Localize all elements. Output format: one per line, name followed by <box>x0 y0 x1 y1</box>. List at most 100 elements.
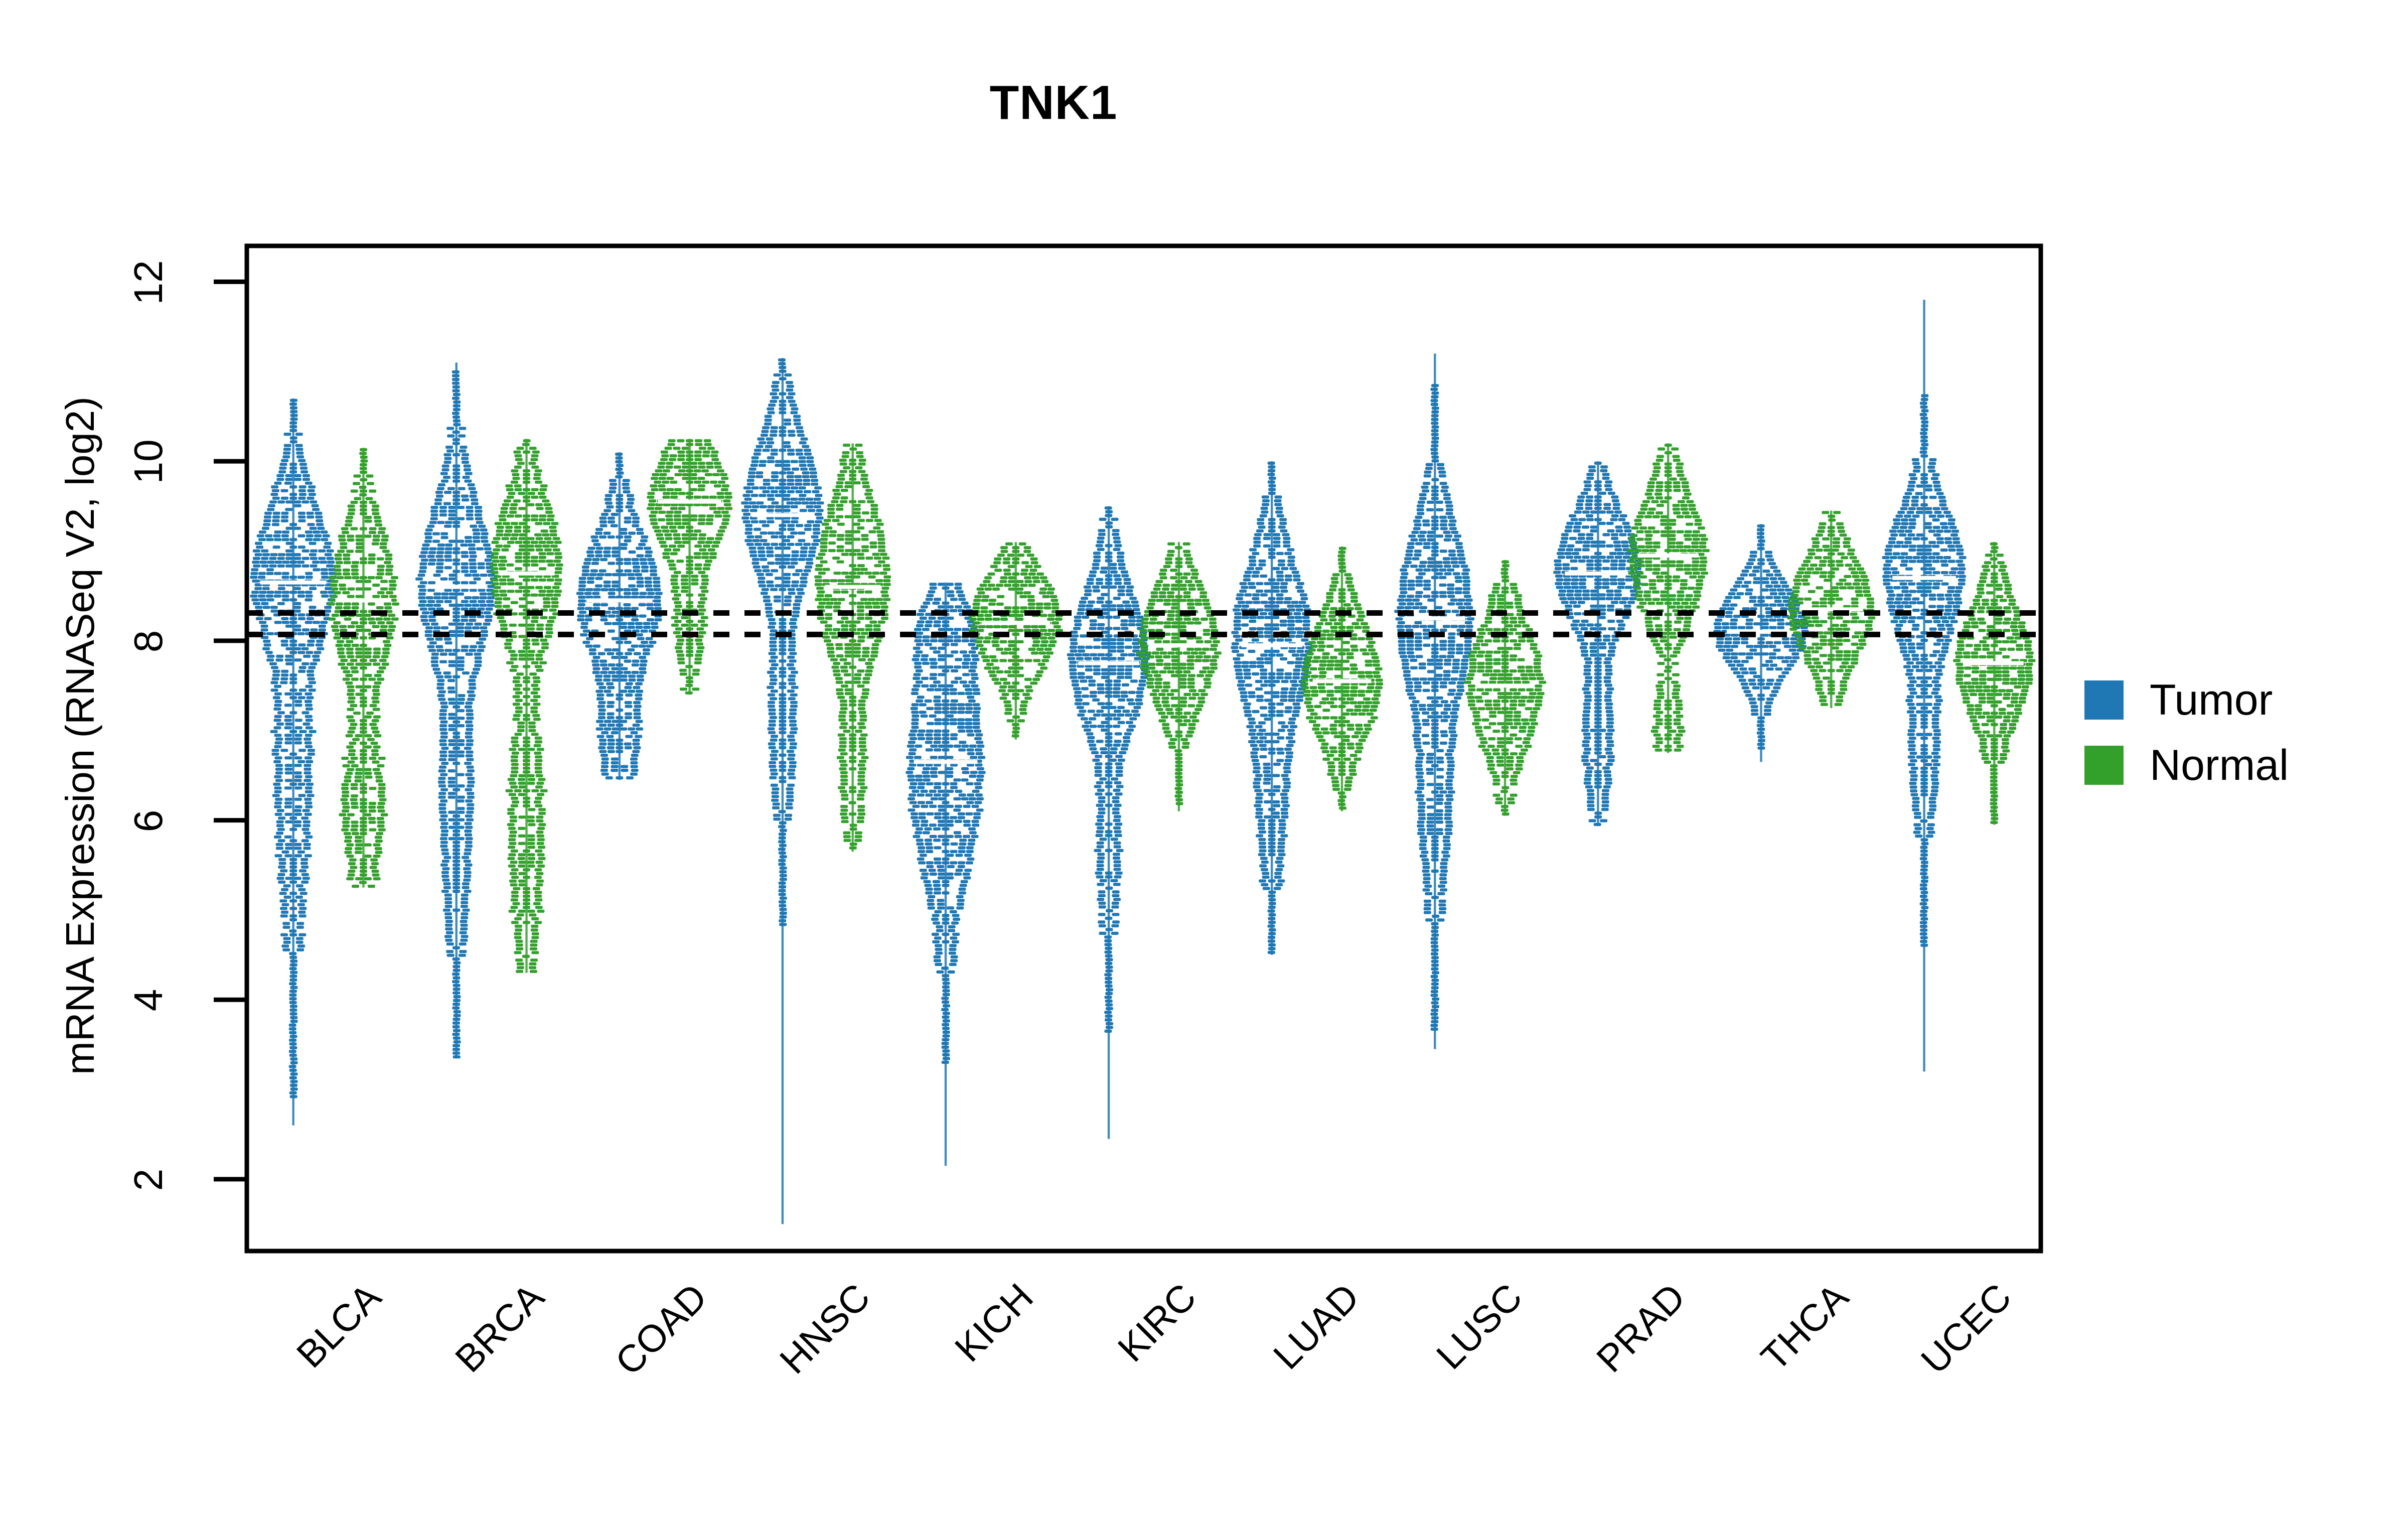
data-point <box>270 606 278 609</box>
data-point <box>1765 550 1772 554</box>
data-point <box>1906 488 1914 492</box>
data-point <box>1563 578 1571 582</box>
data-point <box>1262 872 1270 875</box>
data-point <box>611 769 619 772</box>
data-point <box>457 506 465 509</box>
data-point <box>1558 548 1566 551</box>
data-point <box>1569 536 1577 540</box>
data-point <box>607 701 615 705</box>
data-point <box>804 524 812 527</box>
data-point <box>276 809 284 812</box>
data-point <box>938 808 946 812</box>
data-point <box>447 698 456 701</box>
data-point <box>466 509 474 513</box>
data-point <box>1245 683 1253 687</box>
data-point <box>1586 533 1594 536</box>
data-point <box>1277 559 1285 563</box>
data-point <box>952 914 960 917</box>
data-point <box>772 396 779 399</box>
data-point <box>922 661 930 665</box>
data-point <box>1443 538 1451 541</box>
data-point <box>1444 828 1452 832</box>
data-point <box>460 920 468 923</box>
data-point <box>1109 713 1117 717</box>
data-point <box>458 434 466 438</box>
data-point <box>440 735 448 739</box>
data-point <box>951 650 959 654</box>
data-point <box>303 820 311 823</box>
data-point <box>1557 551 1564 556</box>
data-point <box>465 735 473 739</box>
data-point <box>1781 596 1789 599</box>
data-point <box>294 805 303 808</box>
data-point <box>1603 676 1611 679</box>
data-point <box>590 569 598 573</box>
data-point <box>1281 725 1289 729</box>
data-point <box>1610 563 1618 567</box>
data-point <box>462 908 470 912</box>
data-point <box>1627 601 1635 604</box>
data-point <box>1069 645 1077 649</box>
data-point <box>1750 709 1758 712</box>
data-point <box>1413 730 1421 734</box>
data-point <box>1261 860 1269 864</box>
data-point <box>1278 822 1286 826</box>
data-point <box>1113 883 1121 886</box>
data-point <box>272 794 280 797</box>
data-point <box>937 658 945 661</box>
data-point <box>295 937 304 940</box>
data-point <box>1110 747 1118 751</box>
data-point <box>320 621 328 624</box>
data-point <box>1294 627 1302 631</box>
data-point <box>1088 679 1096 683</box>
data-point <box>463 860 471 863</box>
data-point <box>1096 578 1104 581</box>
data-point <box>1136 695 1144 698</box>
data-point <box>443 856 452 859</box>
data-point <box>813 505 821 508</box>
data-point <box>1606 687 1614 691</box>
data-point <box>793 419 801 422</box>
data-point <box>749 554 758 558</box>
data-point <box>1248 740 1256 744</box>
data-point <box>285 662 293 665</box>
data-point <box>1623 604 1631 608</box>
data-point <box>1426 828 1434 832</box>
data-point <box>298 794 306 797</box>
data-point <box>308 493 316 496</box>
data-point <box>1092 758 1100 762</box>
data-point <box>459 931 467 934</box>
data-point <box>1281 796 1289 800</box>
data-point <box>1741 585 1749 588</box>
data-point <box>759 505 767 508</box>
data-point <box>783 558 791 561</box>
data-point <box>595 531 603 535</box>
data-point <box>1248 695 1256 699</box>
data-point <box>1279 619 1287 623</box>
data-point <box>1114 830 1122 834</box>
data-point <box>1113 679 1121 683</box>
data-point <box>1250 736 1258 740</box>
data-point <box>1559 544 1567 548</box>
data-point <box>475 509 483 513</box>
data-point <box>1745 626 1753 629</box>
data-point <box>1598 521 1606 525</box>
data-point <box>1426 760 1434 764</box>
data-point <box>305 621 313 624</box>
data-point <box>628 584 636 588</box>
data-point <box>1253 781 1261 785</box>
data-point <box>1915 511 1923 514</box>
data-point <box>593 543 601 546</box>
data-point <box>1939 499 1947 503</box>
data-point <box>957 711 965 714</box>
data-point <box>263 643 271 647</box>
data-point <box>1113 683 1121 686</box>
data-point <box>954 676 962 680</box>
data-point <box>1606 593 1614 597</box>
data-point <box>1442 561 1450 564</box>
data-point <box>966 850 974 853</box>
data-point <box>1730 633 1738 637</box>
data-point <box>298 459 306 462</box>
data-point <box>467 807 475 810</box>
data-point <box>924 827 932 831</box>
